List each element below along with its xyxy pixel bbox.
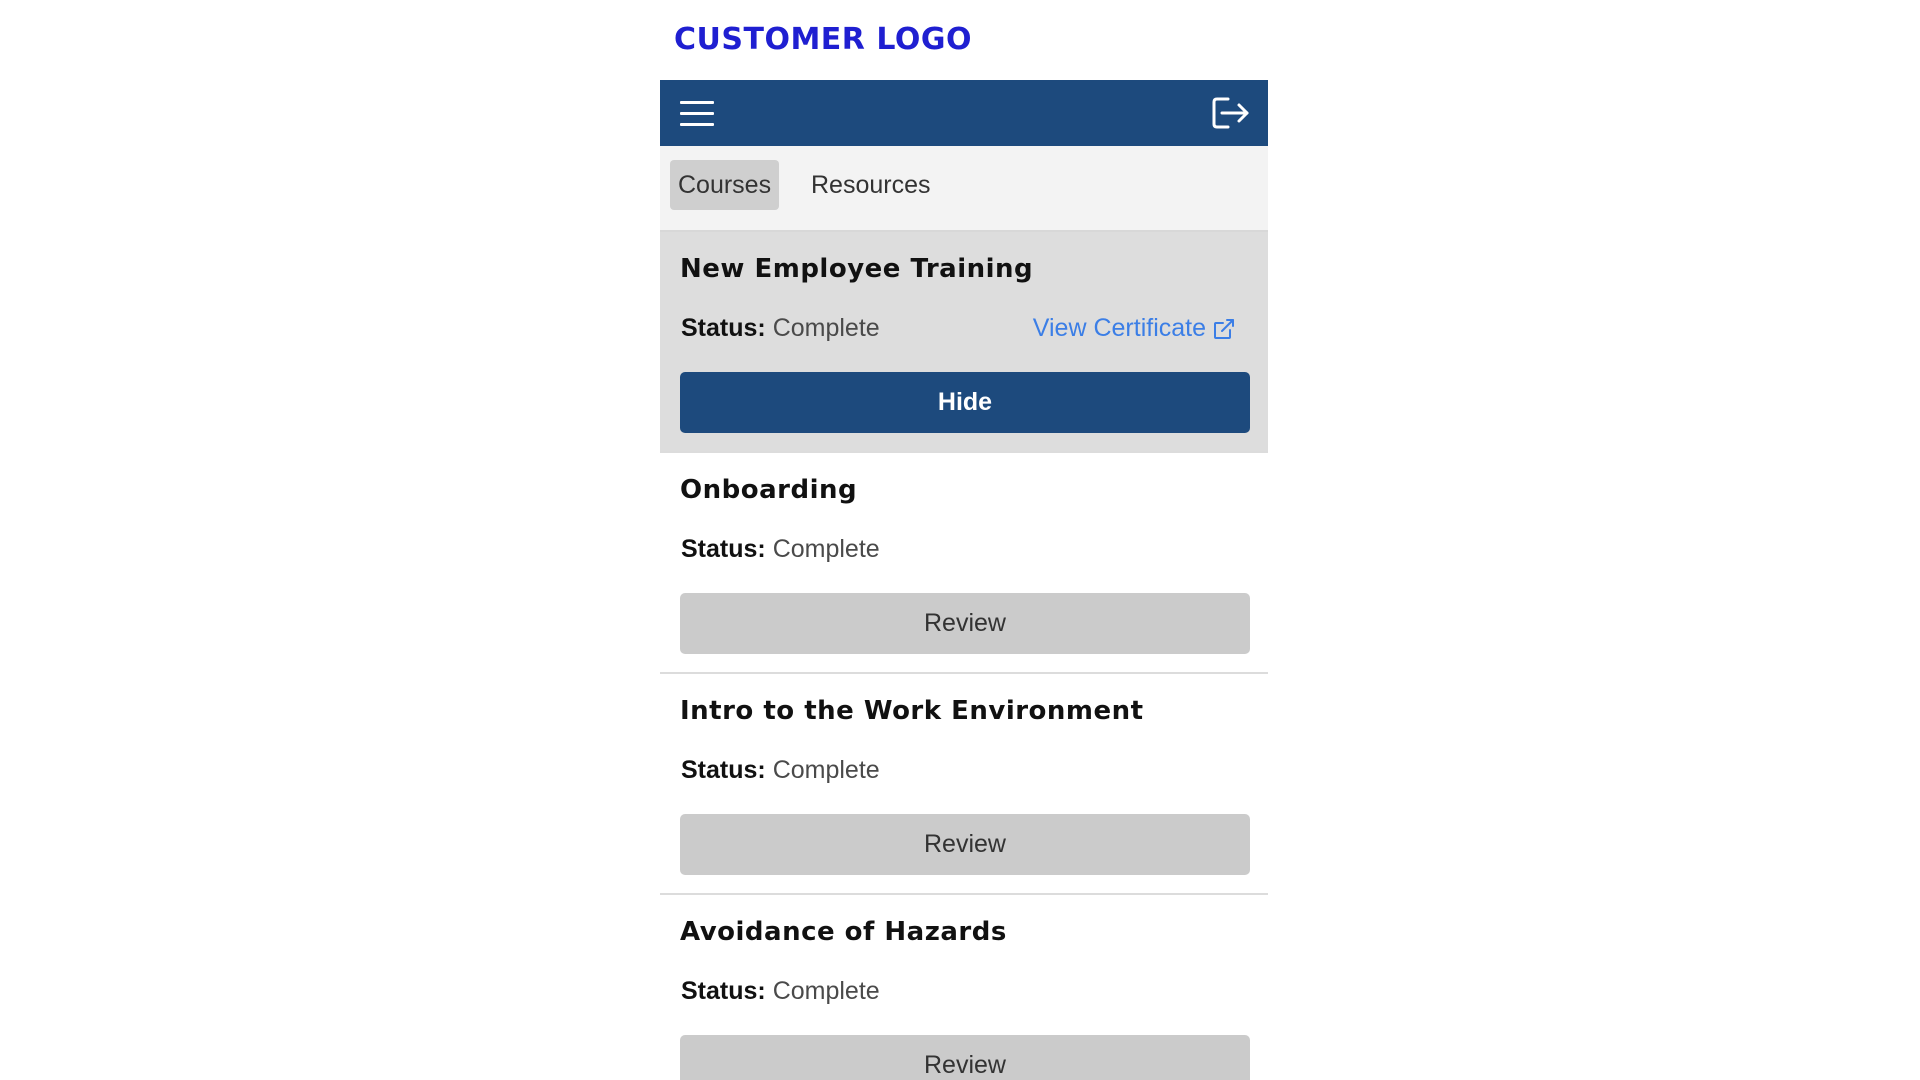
course-item: Onboarding Status: Complete Review (660, 453, 1268, 674)
status-label: Status: (681, 756, 766, 784)
hide-button[interactable]: Hide (680, 372, 1250, 433)
external-link-icon (1214, 318, 1234, 339)
status-label: Status: (681, 977, 766, 1005)
review-button[interactable]: Review (680, 814, 1250, 875)
course-status: Status: Complete (681, 756, 880, 785)
status-value: Complete (772, 756, 880, 784)
top-navigation-bar (660, 80, 1268, 146)
course-title: Avoidance of Hazards (680, 917, 1007, 947)
course-title: Intro to the Work Environment (680, 696, 1144, 726)
course-list: New Employee Training Status: Complete V… (660, 232, 1268, 1080)
status-label: Status: (681, 535, 766, 563)
course-status: Status: Complete (681, 535, 880, 564)
status-value: Complete (772, 535, 880, 563)
course-item: New Employee Training Status: Complete V… (660, 232, 1268, 453)
tab-resources[interactable]: Resources (803, 160, 939, 210)
review-button[interactable]: Review (680, 1035, 1250, 1080)
review-button[interactable]: Review (680, 593, 1250, 654)
course-status: Status: Complete (681, 314, 880, 343)
course-title: New Employee Training (680, 254, 1034, 284)
status-value: Complete (772, 977, 880, 1005)
logout-icon[interactable] (1210, 95, 1252, 131)
course-title: Onboarding (680, 475, 858, 505)
tab-bar: Courses Resources (660, 146, 1268, 232)
status-label: Status: (681, 314, 766, 342)
status-value: Complete (772, 314, 880, 342)
course-item: Intro to the Work Environment Status: Co… (660, 674, 1268, 895)
hamburger-menu-icon[interactable] (680, 97, 714, 129)
app-container: CUSTOMER LOGO Courses Resources New Empl… (660, 0, 1268, 1080)
view-certificate-label: View Certificate (1032, 314, 1206, 342)
course-status: Status: Complete (681, 977, 880, 1006)
tab-courses[interactable]: Courses (670, 160, 780, 210)
course-item: Avoidance of Hazards Status: Complete Re… (660, 895, 1268, 1080)
customer-logo: CUSTOMER LOGO (674, 22, 973, 57)
view-certificate-link[interactable]: View Certificate (1033, 314, 1236, 343)
